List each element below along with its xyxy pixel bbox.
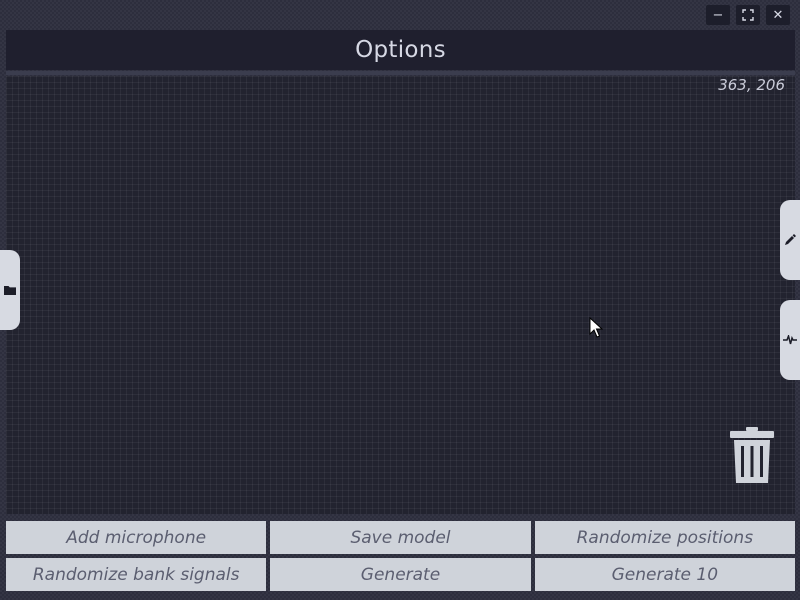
randomize-bank-signals-button[interactable]: Randomize bank signals bbox=[6, 558, 267, 591]
minimize-button[interactable]: − bbox=[706, 5, 730, 25]
waveform-icon bbox=[783, 335, 797, 345]
maximize-icon bbox=[742, 9, 754, 21]
save-model-button[interactable]: Save model bbox=[270, 521, 531, 554]
model-canvas[interactable]: 363, 206 bbox=[6, 76, 795, 514]
generate-button[interactable]: Generate bbox=[270, 558, 531, 591]
trash-icon[interactable] bbox=[729, 426, 775, 484]
header-divider bbox=[6, 71, 795, 75]
add-microphone-button[interactable]: Add microphone bbox=[6, 521, 267, 554]
folder-icon bbox=[4, 286, 16, 295]
right-drawer-tab-signal[interactable] bbox=[780, 300, 800, 380]
right-drawer-tab-edit[interactable] bbox=[780, 200, 800, 280]
options-header[interactable]: Options bbox=[6, 30, 795, 70]
left-drawer-tab[interactable] bbox=[0, 250, 20, 330]
app-window: − ✕ Options 363, 206 Add microphone Save… bbox=[0, 0, 800, 600]
page-title: Options bbox=[355, 37, 446, 63]
action-buttons: Add microphone Save model Randomize posi… bbox=[6, 521, 795, 593]
randomize-positions-button[interactable]: Randomize positions bbox=[534, 521, 795, 554]
mouse-cursor-icon bbox=[589, 317, 603, 338]
window-controls: − ✕ bbox=[706, 5, 790, 25]
generate-10-button[interactable]: Generate 10 bbox=[534, 558, 795, 591]
close-icon: ✕ bbox=[772, 7, 784, 23]
maximize-button[interactable] bbox=[736, 5, 760, 25]
close-button[interactable]: ✕ bbox=[766, 5, 790, 25]
minimize-icon: − bbox=[712, 7, 724, 23]
pen-icon bbox=[785, 234, 796, 245]
coordinate-readout: 363, 206 bbox=[718, 76, 785, 94]
